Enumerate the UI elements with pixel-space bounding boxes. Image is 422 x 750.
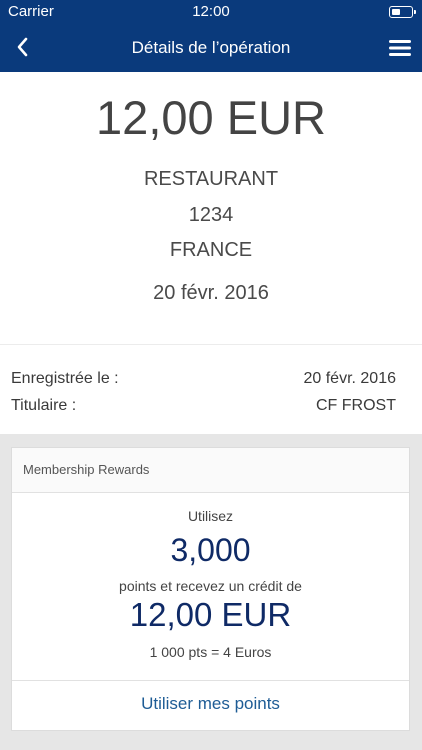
merchant-code: 1234 (188, 204, 234, 226)
transaction-summary: 12,00 EUR RESTAURANT 1234 FRANCE 20 févr… (0, 72, 422, 344)
registered-row: Enregistrée le : 20 févr. 2016 (11, 370, 396, 392)
navigation-bar: Détails de l’opération (0, 24, 422, 72)
chevron-left-icon (17, 37, 28, 57)
rewards-header-title: Membership Rewards (23, 462, 150, 477)
use-points-label: Utiliser mes points (141, 694, 280, 713)
receive-text: points et recevez un crédit de (119, 578, 302, 594)
holder-row: Titulaire : CF FROST (11, 397, 396, 419)
rewards-body: Utilisez 3,000 points et recevez un créd… (12, 492, 409, 682)
membership-rewards-card: Membership Rewards Utilisez 3,000 points… (11, 447, 410, 731)
credit-amount: 12,00 EUR (129, 596, 292, 633)
transaction-amount: 12,00 EUR (96, 91, 326, 144)
registered-label: Enregistrée le : (11, 370, 119, 387)
points-value: 3,000 (170, 532, 251, 568)
conversion-rate: 1 000 pts = 4 Euros (149, 644, 272, 660)
merchant-name: RESTAURANT (143, 168, 279, 190)
holder-value: CF FROST (316, 397, 396, 414)
hamburger-menu-icon (389, 40, 411, 56)
transaction-details: Enregistrée le : 20 févr. 2016 Titulaire… (0, 344, 422, 434)
status-bar: Carrier 12:00 (0, 0, 422, 24)
battery-icon (389, 6, 416, 18)
clock: 12:00 (192, 3, 230, 20)
use-label: Utilisez (187, 508, 234, 524)
holder-label: Titulaire : (11, 397, 77, 414)
merchant-country: FRANCE (169, 239, 253, 261)
page-title: Détails de l’opération (131, 38, 291, 57)
rewards-header: Membership Rewards (12, 448, 409, 493)
back-button[interactable] (10, 32, 38, 62)
menu-button[interactable] (386, 34, 414, 62)
transaction-date: 20 févr. 2016 (153, 282, 269, 304)
use-points-button[interactable]: Utiliser mes points (12, 680, 409, 730)
registered-value: 20 févr. 2016 (303, 370, 396, 387)
